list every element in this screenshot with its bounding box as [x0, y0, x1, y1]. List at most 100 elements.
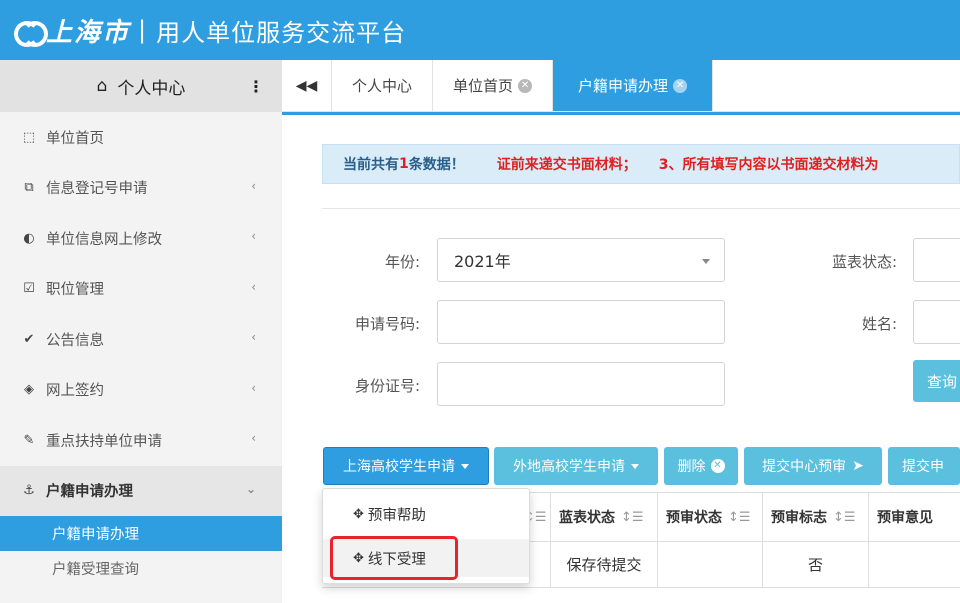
tab-list: 个人中心 单位首页 ✕ 户籍申请办理 ✕ [332, 60, 714, 111]
chevron-down-icon [702, 259, 710, 264]
table-cell [868, 542, 960, 587]
platform-title: 用人单位服务交流平台 [156, 18, 407, 47]
top-header: 上海市 | 用人单位服务交流平台 [0, 0, 960, 60]
sidebar-subitem[interactable]: 户籍受理查询 [0, 551, 282, 586]
submit-center-review-button[interactable]: 提交中心预审 ➤ [744, 447, 882, 485]
blue-status-label: 蓝表状态: [831, 253, 897, 271]
tab-underline [282, 112, 960, 115]
query-button[interactable]: 查询 [913, 360, 960, 402]
tab-label: 单位首页 [453, 77, 514, 95]
send-icon: ➤ [852, 458, 864, 474]
submit-more-button[interactable]: 提交申 [888, 447, 960, 485]
sidebar-item-label: 重点扶持单位申请 [46, 433, 162, 450]
sidebar-menu: ⬚ 单位首页 ⧉ 信息登记号申请 ‹ ◐ 单位信息网上修改 ‹ ☑ 职位管理 ‹ ✔ 公告信息 ‹ ◈ 网上签… [0, 112, 282, 586]
sidebar-item-label: 户籍申请办理 [46, 484, 133, 501]
shanghai-logo-icon [14, 17, 48, 47]
highlight-annotation [330, 536, 458, 580]
application-no-label: 申请号码: [354, 315, 420, 333]
sidebar-item[interactable]: ◐ 单位信息网上修改 ‹ [0, 213, 282, 264]
sidebar-item[interactable]: ✔ 公告信息 ‹ [0, 314, 282, 365]
notice-bar: 当前共有 1 条数据！ 证前来递交书面材料； 3、所有填写内容以书面递交材料为 [322, 144, 960, 184]
blue-status-select[interactable] [913, 238, 960, 282]
sidebar-item[interactable]: ✎ 重点扶持单位申请 ‹ [0, 415, 282, 466]
tab-label: 个人中心 [352, 77, 413, 95]
notice-prefix: 当前共有 [343, 157, 399, 173]
sidebar-item[interactable]: ⧉ 信息登记号申请 ‹ [0, 163, 282, 214]
sort-icon[interactable]: ↕☰ [621, 510, 644, 525]
table-cell [657, 542, 762, 587]
shanghai-student-apply-button[interactable]: 上海高校学生申请 [323, 447, 489, 485]
sidebar-item[interactable]: ⬚ 单位首页 [0, 112, 282, 163]
move-icon: ✥ [353, 506, 364, 522]
sidebar-item-label: 信息登记号申请 [46, 181, 148, 198]
sidebar: ⌂ 个人中心 ⋮ ⬚ 单位首页 ⧉ 信息登记号申请 ‹ ◐ 单位信息网上修改 ‹ ☑ 职位管理 ‹ ✔… [0, 60, 282, 603]
sidebar-item[interactable]: ◈ 网上签约 ‹ [0, 365, 282, 416]
application-no-input[interactable] [437, 300, 725, 344]
anchor-icon: ⚓ [23, 483, 35, 499]
sidebar-item-label: 网上签约 [46, 383, 104, 400]
chevron-left-icon: ‹ [251, 330, 256, 344]
column-header[interactable]: 蓝表状态 ↕☰ [550, 493, 657, 541]
copy-icon: ⧉ [24, 180, 34, 196]
sidebar-item-label: 公告信息 [46, 332, 104, 349]
sort-icon[interactable]: ↕☰ [833, 510, 856, 525]
chevron-left-icon: ‹ [251, 279, 256, 294]
notice-count: 1 [399, 156, 409, 172]
adjust-icon: ◐ [23, 230, 35, 246]
divider [322, 208, 960, 209]
tab-scroll-left-icon[interactable]: ◀◀ [282, 60, 332, 111]
eye-slash-icon: ◈ [24, 382, 34, 398]
sidebar-subitem[interactable]: 户籍申请办理 [0, 516, 282, 551]
logo: 上海市 [14, 12, 130, 49]
sidebar-header[interactable]: ⌂ 个人中心 ⋮ [0, 60, 282, 112]
tab-label: 户籍申请办理 [578, 77, 669, 95]
close-circle-icon: ✕ [710, 459, 725, 473]
sort-icon[interactable]: ↕☰ [728, 510, 751, 525]
notice-scroll-text-1: 证前来递交书面材料； [496, 157, 637, 173]
tab[interactable]: 单位首页 ✕ [433, 60, 554, 111]
logo-city-text: 上海市 [46, 17, 131, 48]
kebab-icon[interactable]: ⋮ [248, 77, 264, 96]
name-input[interactable] [913, 300, 960, 344]
chevron-left-icon: ‹ [251, 229, 256, 243]
notice-scroll-text-2: 3、所有填写内容以书面递交材料为 [658, 157, 879, 173]
sidebar-item[interactable]: ☑ 职位管理 ‹ [0, 264, 282, 315]
chevron-left-icon: ‹ [251, 380, 256, 395]
column-header[interactable]: 预审意见 [868, 493, 960, 541]
id-number-label: 身份证号: [354, 377, 420, 395]
close-icon[interactable]: ✕ [673, 78, 688, 93]
shanghai-student-apply-label: 上海高校学生申请 [343, 459, 455, 475]
other-student-apply-button[interactable]: 外地高校学生申请 [494, 447, 658, 485]
name-label: 姓名: [861, 315, 897, 333]
submit-center-review-label: 提交中心预审 [762, 459, 847, 475]
dropdown-item-label: 预审帮助 [367, 507, 426, 524]
delete-label: 删除 [677, 459, 706, 475]
bookmark-icon: ⬚ [22, 129, 36, 145]
home-icon: ⌂ [96, 76, 108, 96]
tab[interactable]: 个人中心 [332, 60, 434, 111]
tab[interactable]: 户籍申请办理 ✕ [553, 60, 714, 111]
chevron-left-icon: ‹ [251, 178, 256, 193]
check-icon: ✔ [23, 331, 35, 347]
year-select[interactable]: 2021年 [437, 238, 725, 282]
year-label: 年份: [384, 253, 420, 271]
id-number-input[interactable] [437, 362, 725, 406]
column-header-label: 预审意见 [877, 510, 933, 526]
notice-suffix: 条数据！ [408, 157, 465, 173]
submit-more-label: 提交申 [902, 459, 944, 475]
tab-bar: ◀◀ 个人中心 单位首页 ✕ 户籍申请办理 ✕ [282, 60, 960, 112]
table-cell: 否 [762, 542, 868, 587]
close-icon[interactable]: ✕ [518, 78, 533, 93]
caret-down-icon [461, 463, 469, 469]
chevron-down-icon: ⌄ [245, 481, 256, 496]
column-header-label: 蓝表状态 [559, 510, 615, 526]
sidebar-item-label: 职位管理 [46, 282, 104, 299]
table-cell: 保存待提交 [550, 542, 657, 587]
sidebar-title: 个人中心 [117, 78, 186, 99]
column-header[interactable]: 预审状态 ↕☰ [657, 493, 762, 541]
chevron-left-icon: ‹ [251, 431, 256, 445]
dropdown-item-review-help[interactable]: ✥ 预审帮助 [323, 495, 529, 533]
sidebar-item[interactable]: ⚓ 户籍申请办理 ⌄ [0, 465, 282, 516]
column-header[interactable]: 预审标志 ↕☰ [762, 493, 868, 541]
delete-button[interactable]: 删除 ✕ [664, 447, 738, 485]
